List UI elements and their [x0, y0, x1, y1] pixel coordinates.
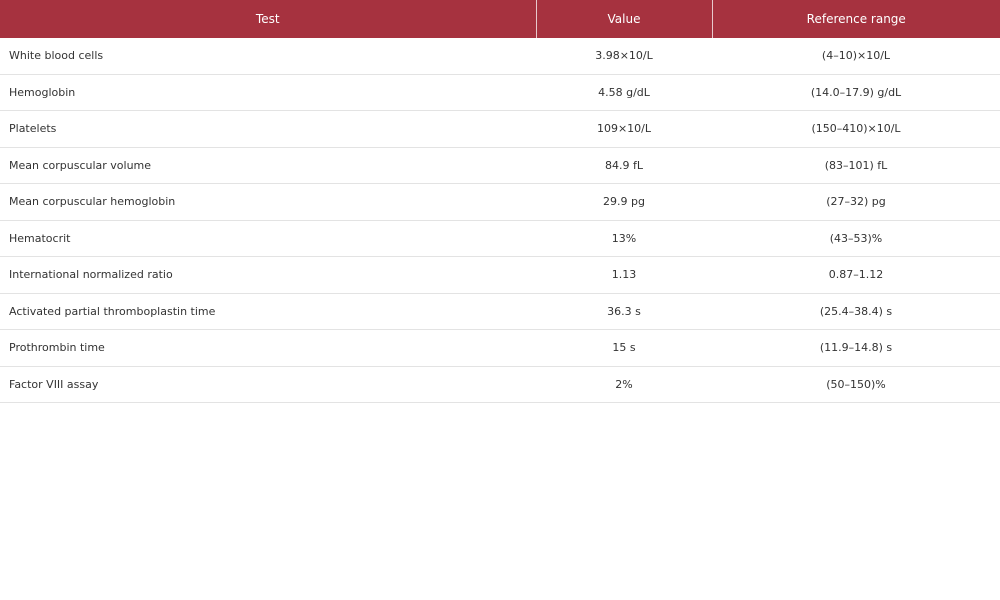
reference-range-cell: 0.87–1.12: [712, 256, 1000, 294]
table-row: Factor VIII assay 2% (50–150)%: [0, 366, 1000, 403]
lab-results-table: Test Value Reference range White blood c…: [0, 0, 1000, 403]
test-name-cell: Hematocrit: [0, 220, 536, 257]
test-name-cell: Factor VIII assay: [0, 366, 536, 403]
table-row: Mean corpuscular hemoglobin 29.9 pg (27–…: [0, 183, 1000, 221]
table-row: Activated partial thromboplastin time 36…: [0, 293, 1000, 330]
reference-range-cell: (150–410)×10/L: [712, 110, 1000, 148]
table-body: White blood cells 3.98×10/L (4–10)×10/L …: [0, 38, 1000, 403]
reference-range-cell: (25.4–38.4) s: [712, 293, 1000, 330]
value-cell: 29.9 pg: [536, 183, 712, 221]
table-row: Hemoglobin 4.58 g/dL (14.0–17.9) g/dL: [0, 74, 1000, 111]
reference-range-cell: (43–53)%: [712, 220, 1000, 257]
test-name-cell: International normalized ratio: [0, 256, 536, 294]
reference-range-cell: (27–32) pg: [712, 183, 1000, 221]
test-name-cell: Platelets: [0, 110, 536, 148]
reference-range-cell: (50–150)%: [712, 366, 1000, 403]
table-row: International normalized ratio 1.13 0.87…: [0, 256, 1000, 294]
value-cell: 1.13: [536, 256, 712, 294]
value-cell: 2%: [536, 366, 712, 403]
reference-range-cell: (14.0–17.9) g/dL: [712, 74, 1000, 111]
test-name-cell: White blood cells: [0, 38, 536, 75]
value-cell: 15 s: [536, 329, 712, 367]
test-name-cell: Mean corpuscular volume: [0, 147, 536, 184]
reference-range-cell: (11.9–14.8) s: [712, 329, 1000, 367]
value-cell: 4.58 g/dL: [536, 74, 712, 111]
value-cell: 84.9 fL: [536, 147, 712, 184]
header-row: Test Value Reference range: [0, 0, 1000, 38]
column-header-value: Value: [536, 0, 713, 38]
table-row: White blood cells 3.98×10/L (4–10)×10/L: [0, 38, 1000, 75]
value-cell: 13%: [536, 220, 712, 257]
reference-range-cell: (4–10)×10/L: [712, 38, 1000, 75]
value-cell: 36.3 s: [536, 293, 712, 330]
test-name-cell: Hemoglobin: [0, 74, 536, 111]
table-row: Prothrombin time 15 s (11.9–14.8) s: [0, 329, 1000, 367]
reference-range-cell: (83–101) fL: [712, 147, 1000, 184]
table-row: Platelets 109×10/L (150–410)×10/L: [0, 110, 1000, 148]
test-name-cell: Prothrombin time: [0, 329, 536, 367]
test-name-cell: Activated partial thromboplastin time: [0, 293, 536, 330]
value-cell: 3.98×10/L: [536, 38, 712, 75]
table-row: Mean corpuscular volume 84.9 fL (83–101)…: [0, 147, 1000, 184]
test-name-cell: Mean corpuscular hemoglobin: [0, 183, 536, 221]
value-cell: 109×10/L: [536, 110, 712, 148]
table-header: Test Value Reference range: [0, 0, 1000, 38]
column-header-reference-range: Reference range: [712, 0, 1000, 38]
column-header-test: Test: [0, 0, 537, 38]
table-row: Hematocrit 13% (43–53)%: [0, 220, 1000, 257]
